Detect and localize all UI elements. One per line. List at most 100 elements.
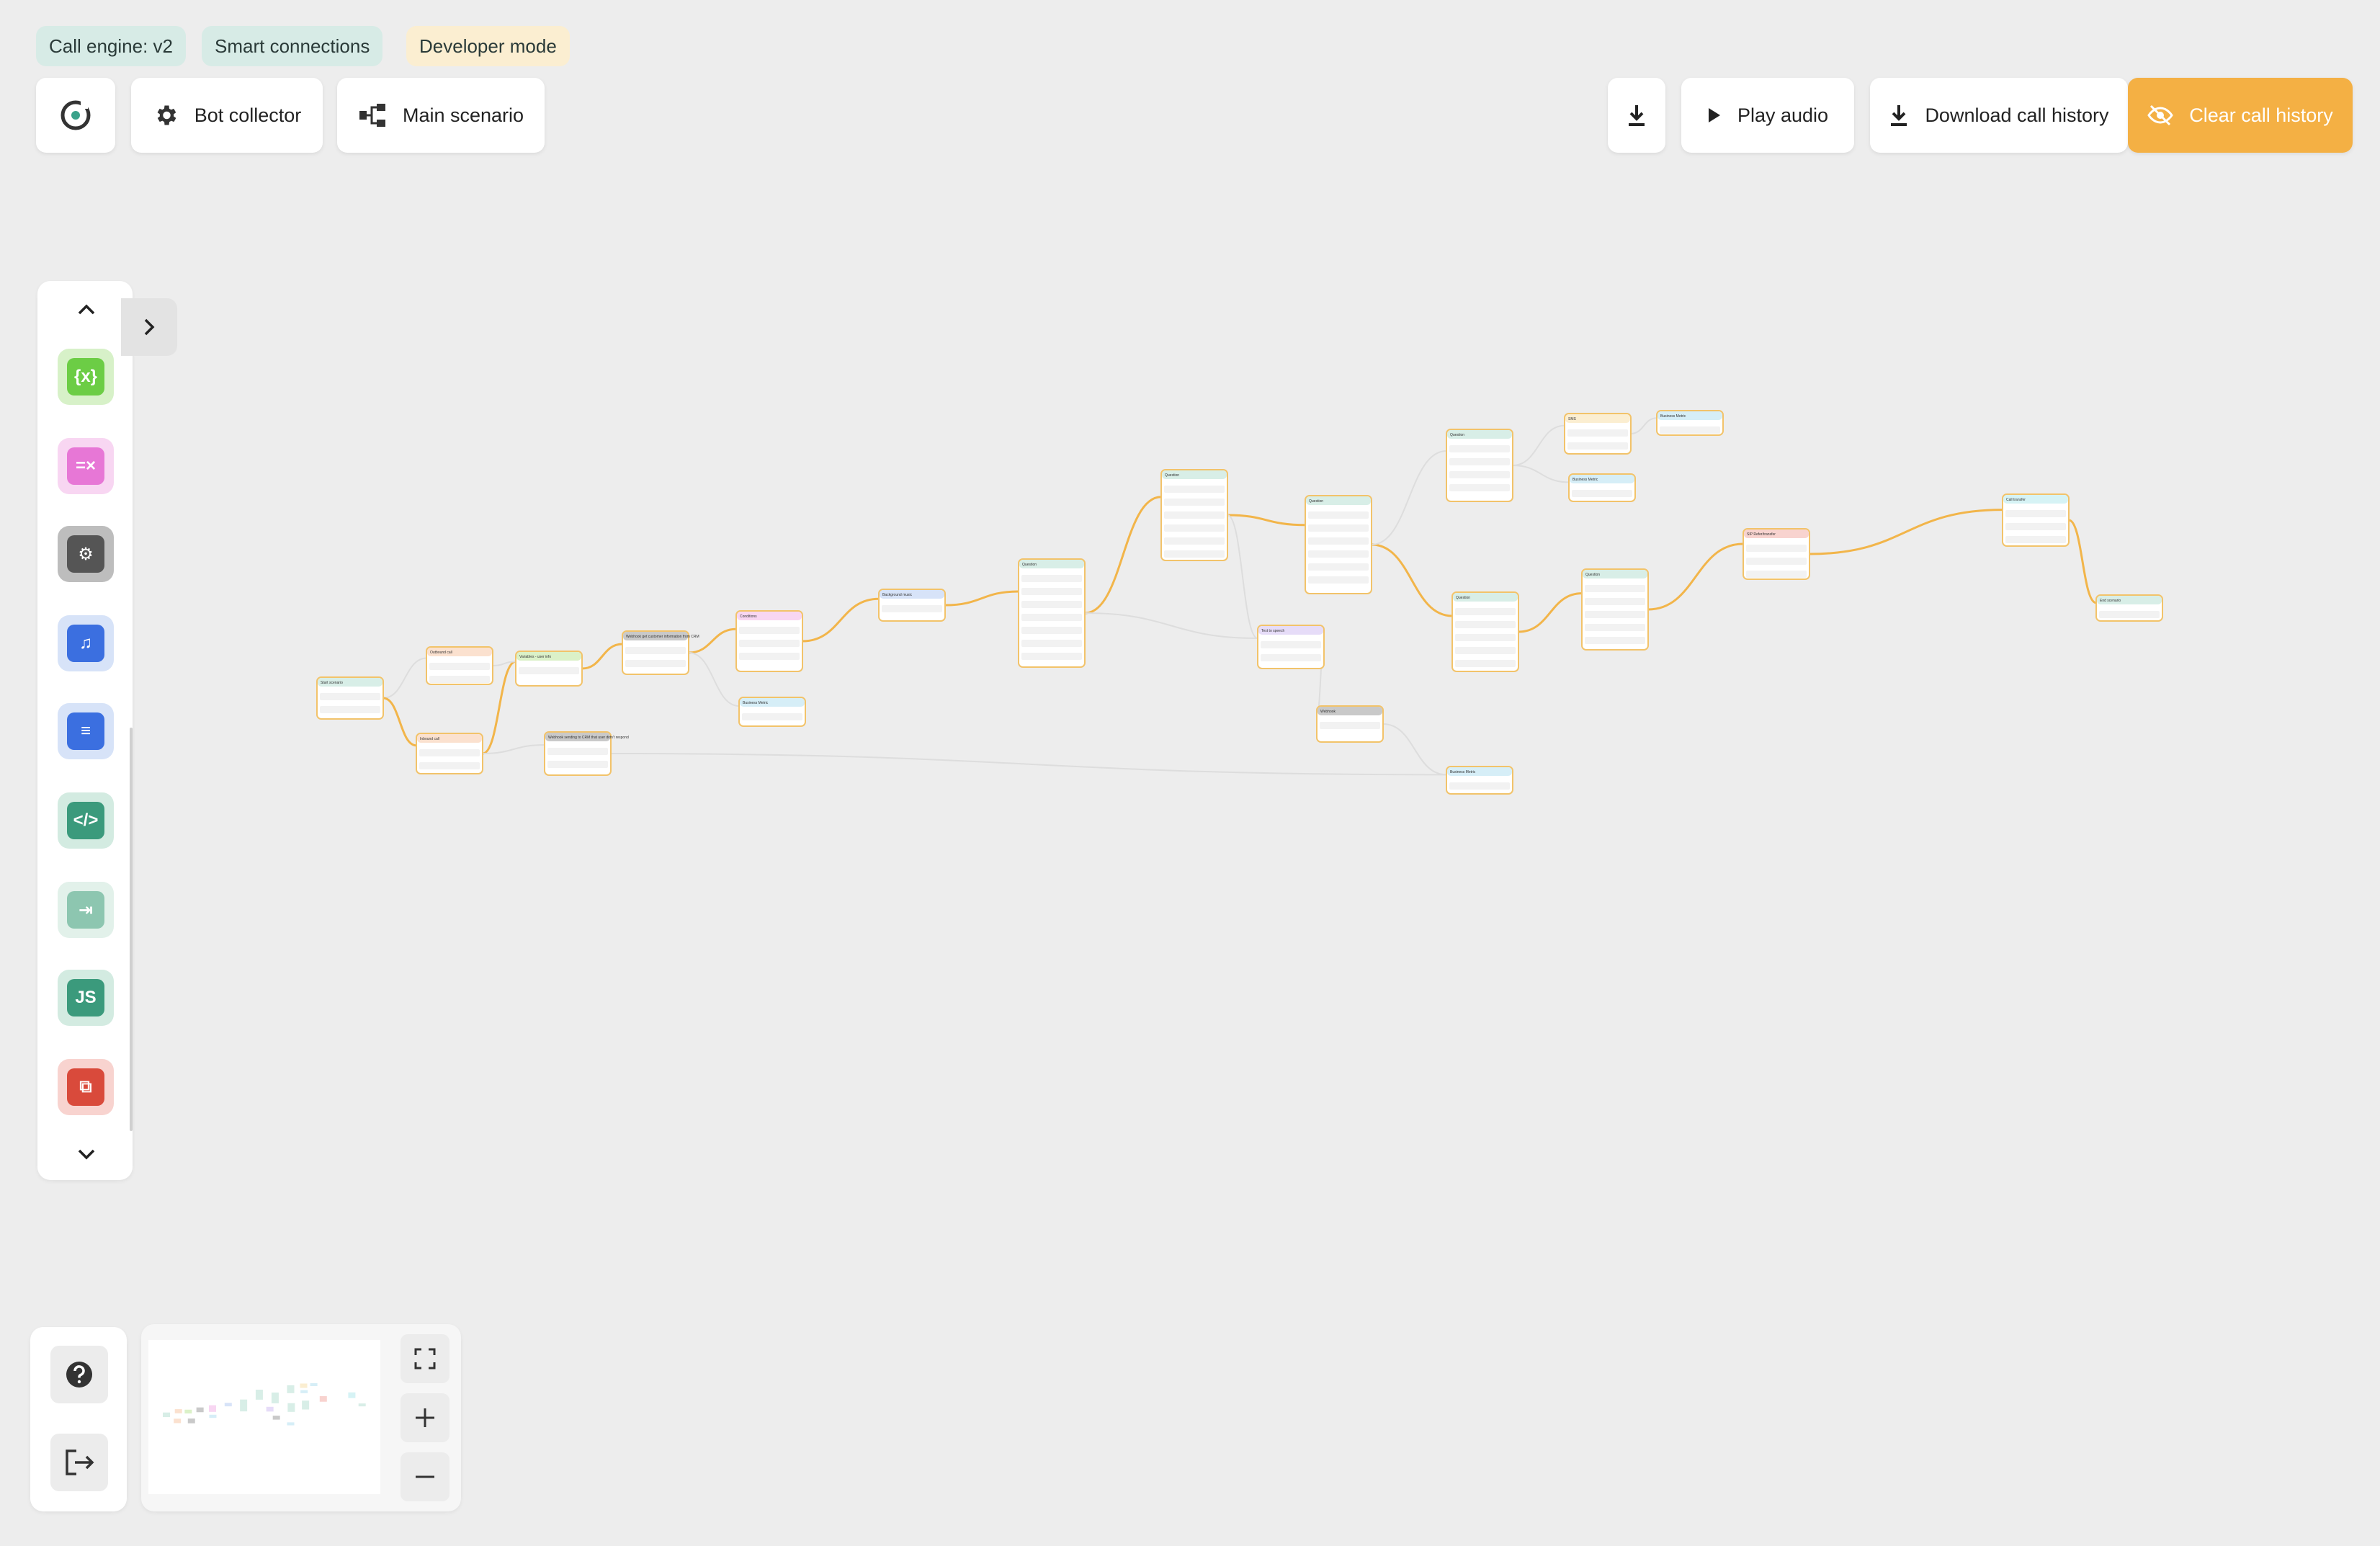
flow-node-title: Webhook get customer information from CR… [626,635,699,639]
flow-node[interactable]: Business Metric [1656,410,1724,436]
flow-node[interactable]: SMS [1564,413,1632,455]
logout-button[interactable] [50,1434,108,1491]
flow-node[interactable]: Start scenario [316,676,384,720]
scenario-tree-icon [359,104,385,127]
tool-webhook[interactable]: ⚙ [58,526,114,582]
flow-node-port-row [2005,523,2066,530]
flow-edge [1371,450,1447,545]
flow-node[interactable]: Question [1446,429,1513,502]
fullscreen-icon [414,1348,436,1369]
flow-node[interactable]: Business Metric [1446,766,1513,795]
flow-node-port-row [1261,641,1321,648]
sidebar-scrollbar[interactable] [130,728,133,1131]
clear-call-history-button[interactable]: Clear call history [2128,78,2353,153]
flow-node-title: Question [1456,596,1470,600]
flow-edge [382,657,427,699]
tool-scenario[interactable]: ⧉ [58,1059,114,1115]
flow-node-port-row [1585,611,1645,618]
flow-node-title: Question [1022,563,1037,567]
logo-button[interactable] [36,78,115,153]
flow-node-port-row [2005,510,2066,517]
flow-node-port-row [1585,624,1645,631]
flow-node-title: Inbound call [420,737,439,741]
flow-node[interactable]: Question [1018,558,1086,668]
flow-edge [1227,514,1258,639]
plus-icon [416,1408,434,1427]
flow-node-port-row [1021,627,1082,634]
minimap-node [272,1416,280,1420]
expand-sidebar-button[interactable] [121,298,177,356]
tool-variable[interactable]: {x} [58,349,114,405]
flow-node-port-row [1308,550,1369,558]
flow-node[interactable]: Question [1581,568,1649,651]
flow-node-title: Question [1309,499,1323,504]
flow-node[interactable]: Webhook [1316,705,1384,743]
flow-node[interactable]: Business Metric [1568,473,1636,502]
flow-node-port-row [419,749,480,756]
download-call-history-button[interactable]: Download call history [1870,78,2128,153]
flow-node[interactable]: Inbound call [416,733,483,774]
tool-speech[interactable]: ≡ [58,703,114,759]
tool-code[interactable]: </> [58,792,114,849]
flow-node-port-row [1021,640,1082,647]
flow-node[interactable]: Question [1451,591,1519,672]
minus-icon [416,1475,434,1478]
flow-node-title: Business Metric [743,701,769,705]
tool-sidebar: {x} =× ⚙ ♫ ≡ </> ⇥ JS ⧉ [37,281,133,1180]
help-button[interactable] [50,1346,108,1403]
flow-node[interactable]: Business Metric [738,697,806,727]
flow-node[interactable]: Question [1160,469,1228,561]
tool-audio[interactable]: ♫ [58,615,114,671]
flow-node-port-row [739,627,800,634]
flow-node[interactable]: Variables - user info [515,651,583,687]
minimap[interactable] [148,1340,380,1494]
tool-compare[interactable]: =× [58,438,114,494]
bot-collector-label: Bot collector [194,104,302,126]
flow-node-port-row [1567,429,1628,437]
flow-node-port-row [1572,490,1632,497]
minimap-node [287,1385,295,1393]
minimap-node [310,1383,318,1386]
clear-call-history-label: Clear call history [2189,104,2333,126]
flow-node[interactable]: Outbound call [426,646,493,685]
flow-node[interactable]: Question [1305,495,1372,594]
minimap-panel [141,1324,461,1511]
flow-edge [688,652,740,707]
flow-node[interactable]: End scenario [2095,594,2163,622]
flow-node-port-row [547,761,608,768]
flow-node-title: Text to speech [1261,629,1284,633]
minimap-node [209,1414,217,1418]
flow-node[interactable]: Text to speech [1257,625,1325,669]
scroll-up-button[interactable] [66,294,107,326]
main-scenario-button[interactable]: Main scenario [337,78,545,153]
flow-node-port-row [1746,571,1807,578]
flow-node-port-row [1308,537,1369,545]
bot-collector-button[interactable]: Bot collector [131,78,323,153]
flow-node-title: Background music [882,593,913,597]
tool-javascript[interactable]: JS [58,970,114,1026]
flow-edge [1371,543,1453,617]
play-audio-button[interactable]: Play audio [1681,78,1854,153]
flow-edge [581,643,623,670]
flow-canvas[interactable]: Start scenario Outbound call Inbound call V… [0,0,2380,1546]
flow-node[interactable]: Background music [878,589,946,622]
download-button[interactable] [1608,78,1665,153]
scroll-down-button[interactable] [66,1138,107,1170]
flow-node[interactable]: Call transfer [2002,493,2070,547]
flow-node-port-row [1746,545,1807,552]
flow-node[interactable]: Conditions [735,610,803,672]
minimap-node [240,1399,248,1412]
tool-transfer[interactable]: ⇥ [58,882,114,938]
flow-node-port-row [1449,782,1510,790]
flow-node-title: Webhook sending to CRM that user didn't … [548,736,629,740]
flow-node-port-row [625,660,686,667]
fit-view-button[interactable] [401,1334,449,1383]
speech-icon: ≡ [67,712,104,750]
flow-node[interactable]: Webhook get customer information from CR… [622,630,699,675]
flow-node-port-row [429,663,490,670]
minimap-node [266,1406,274,1412]
zoom-out-button[interactable] [401,1452,449,1501]
download-call-history-label: Download call history [1925,104,2109,126]
zoom-in-button[interactable] [401,1393,449,1442]
flow-node[interactable]: SIP Refer/transfer [1742,528,1810,580]
